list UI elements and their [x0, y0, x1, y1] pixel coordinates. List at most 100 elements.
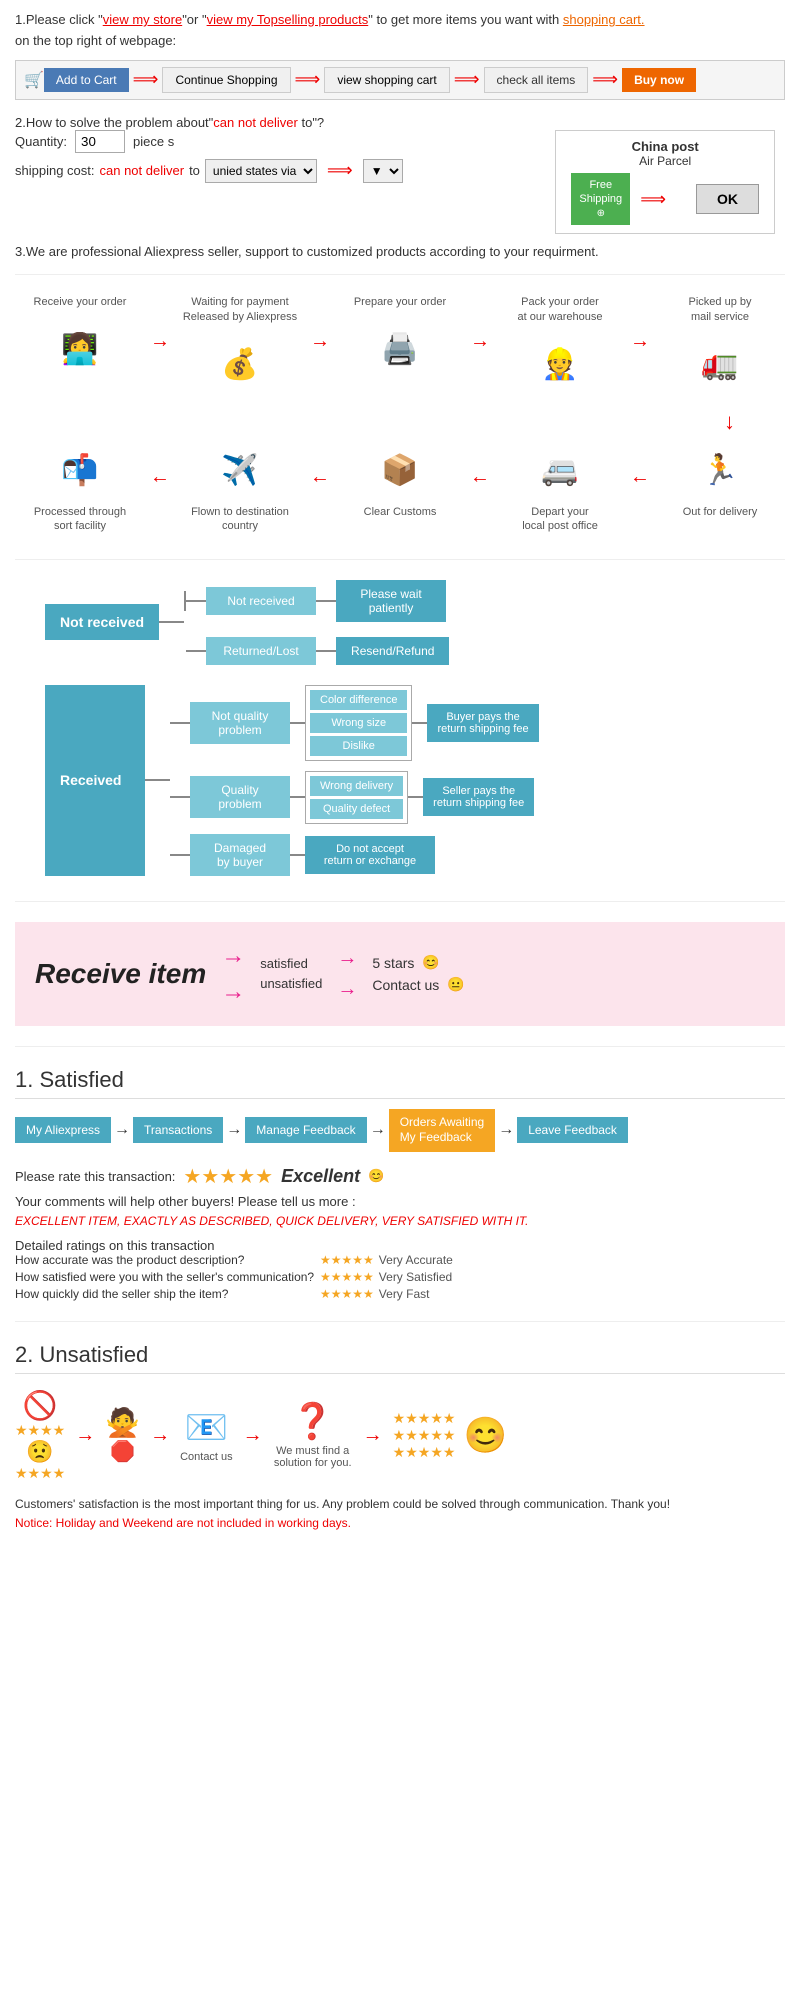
outcome-satisfied: satisfied — [260, 956, 322, 971]
detail-row-2: How satisfied were you with the seller's… — [15, 1270, 785, 1284]
section1-text-before: 1.Please click " — [15, 12, 103, 27]
flow-icon-pickup: 🚛 — [680, 329, 760, 399]
contact-us-label: Contact us — [372, 977, 439, 993]
quantity-label: Quantity: — [15, 134, 67, 149]
arrow-3: ⟹ — [454, 69, 480, 90]
flow-icon-flown: ✈️ — [200, 435, 280, 505]
unsatisfied-section: 2. Unsatisfied 🚫 ★★★★ 😟 ★★★★ → 🙅 🛑 → 📧 C… — [15, 1342, 785, 1530]
flow-arrow-7: → — [310, 470, 330, 493]
detail-value-2: Very Satisfied — [379, 1270, 452, 1284]
flow-label-depart: Depart yourlocal post office — [500, 505, 620, 534]
flow-step-out-delivery: 🏃 Out for delivery — [660, 435, 780, 524]
flow-icon-depart: 🚐 — [520, 435, 600, 505]
unsat-stars-result: ★★★★★ ★★★★★ ★★★★★ 😊 — [393, 1410, 507, 1461]
nav-transactions[interactable]: Transactions — [133, 1117, 223, 1143]
detail-row-3: How quickly did the seller ship the item… — [15, 1287, 785, 1301]
seller-pays: Seller pays thereturn shipping fee — [423, 778, 534, 816]
nav-arrow-3: → — [370, 1121, 386, 1139]
five-stars-label: 5 stars — [372, 955, 414, 971]
nav-my-aliexpress[interactable]: My Aliexpress — [15, 1117, 111, 1143]
flow-label-customs: Clear Customs — [340, 505, 460, 519]
add-to-cart-button[interactable]: Add to Cart — [44, 68, 129, 92]
flow-step-processed: 📬 Processed throughsort facility — [20, 435, 140, 539]
flow-label-processed: Processed throughsort facility — [20, 505, 140, 534]
flow-arrow-2: → — [310, 330, 330, 353]
neutral-emoji: 😐 — [447, 976, 464, 993]
flow-label-prepare: Prepare your order — [340, 295, 460, 309]
flow-step-pickup: Picked up bymail service 🚛 — [660, 295, 780, 399]
section1-intro: 1.Please click "view my store"or "view m… — [15, 10, 785, 31]
solution-label: We must find a solution for you. — [273, 1445, 353, 1469]
receive-results: 5 stars 😊 Contact us 😐 — [372, 954, 464, 993]
check-all-button[interactable]: check all items — [484, 67, 589, 93]
shipping-via-select[interactable]: unied states via — [205, 159, 317, 183]
nav-manage-feedback[interactable]: Manage Feedback — [245, 1117, 366, 1143]
nav-leave-feedback[interactable]: Leave Feedback — [517, 1117, 628, 1143]
unsat-arrow-2: → — [150, 1424, 170, 1447]
buy-now-button[interactable]: Buy now — [622, 68, 696, 92]
unsat-icon-question: ❓ We must find a solution for you. — [273, 1401, 353, 1469]
nav-arrow-2: → — [226, 1121, 242, 1139]
receive-item-section: Receive item → → satisfied unsatisfied →… — [15, 922, 785, 1026]
free-shipping-button: FreeShipping⊕ — [571, 173, 630, 226]
result-arrow-1: → — [337, 947, 357, 970]
section2-title: 2.How to solve the problem about"can not… — [15, 115, 785, 130]
arrow-4: ⟹ — [592, 69, 618, 90]
detail-value-1: Very Accurate — [379, 1253, 453, 1267]
arrow-2: ⟹ — [295, 69, 321, 90]
flow-label-pickup: Picked up bymail service — [660, 295, 780, 324]
result-arrow-2: → — [337, 978, 357, 1001]
flow-step-waiting: Waiting for paymentReleased by Aliexpres… — [180, 295, 300, 399]
flow-arrow-6: → — [470, 470, 490, 493]
view-topselling-link[interactable]: view my Topselling products — [207, 12, 369, 27]
damaged-sub: Damagedby buyer — [190, 834, 290, 876]
quantity-row: Quantity: piece s — [15, 130, 403, 153]
result-5stars: 5 stars 😊 — [372, 954, 439, 971]
china-post-label: China post — [571, 139, 759, 154]
flow-step-customs: 📦 Clear Customs — [340, 435, 460, 524]
section1-on-top: on the top right of webpage: — [15, 31, 785, 52]
flow-icon-customs: 📦 — [360, 435, 440, 505]
flow-arrow-4: → — [630, 330, 650, 353]
unsatisfied-heading: 2. Unsatisfied — [15, 1342, 785, 1374]
flow-icon-processed: 📬 — [40, 435, 120, 505]
flow-icon-waiting: 💰 — [200, 329, 280, 399]
no-return: Do not acceptreturn or exchange — [305, 836, 435, 874]
unsat-icon-no: 🚫 ★★★★ 😟 ★★★★ — [15, 1389, 65, 1482]
cant-deliver-text: can not deliver — [213, 115, 298, 130]
wrong-size: Wrong size — [310, 713, 407, 733]
nav-orders-awaiting[interactable]: Orders AwaitingMy Feedback — [389, 1109, 496, 1152]
flow-step-receive-order: Receive your order 👩‍💻 — [20, 295, 140, 384]
flow-label-flown: Flown to destinationcountry — [180, 505, 300, 534]
flow-arrow-1: → — [150, 330, 170, 353]
order-flow-diagram: Receive your order 👩‍💻 → Waiting for pay… — [15, 295, 785, 538]
piece-label: piece s — [133, 134, 174, 149]
flow-label-receive: Receive your order — [20, 295, 140, 309]
detail-label-2: How satisfied were you with the seller's… — [15, 1270, 315, 1284]
excellent-emoji: 😊 — [368, 1168, 384, 1184]
shipping-method-select[interactable]: ▼ — [363, 159, 403, 183]
flow-step-flown: ✈️ Flown to destinationcountry — [180, 435, 300, 539]
section3-text: 3.We are professional Aliexpress seller,… — [15, 244, 785, 259]
view-cart-button[interactable]: view shopping cart — [324, 67, 449, 93]
help-text: Your comments will help other buyers! Pl… — [15, 1194, 785, 1209]
flow-bottom-row: 🏃 Out for delivery → 🚐 Depart yourlocal … — [15, 435, 785, 539]
shipping-to: to — [189, 163, 200, 178]
notice-text: Customers' satisfaction is the most impo… — [15, 1497, 785, 1511]
flow-label-out-delivery: Out for delivery — [660, 505, 780, 519]
view-store-link[interactable]: view my store — [103, 12, 182, 27]
not-received-sub2: Returned/Lost — [206, 637, 316, 665]
not-received-sub1: Not received — [206, 587, 316, 615]
quality-sub: Qualityproblem — [190, 776, 290, 818]
flow-label-pack: Pack your orderat our warehouse — [500, 295, 620, 324]
ok-button[interactable]: OK — [696, 184, 759, 214]
shipping-row: shipping cost: can not deliver to unied … — [15, 159, 403, 183]
detailed-label: Detailed ratings on this transaction — [15, 1238, 785, 1253]
quantity-input[interactable] — [75, 130, 125, 153]
excellent-label: Excellent — [281, 1166, 360, 1187]
contact-us-unsat: Contact us — [180, 1451, 233, 1463]
unsat-icon-stop: 🙅 🛑 — [105, 1406, 140, 1464]
detail-label-1: How accurate was the product description… — [15, 1253, 315, 1267]
satisfied-section: 1. Satisfied My Aliexpress → Transaction… — [15, 1067, 785, 1301]
continue-shopping-button[interactable]: Continue Shopping — [162, 67, 290, 93]
